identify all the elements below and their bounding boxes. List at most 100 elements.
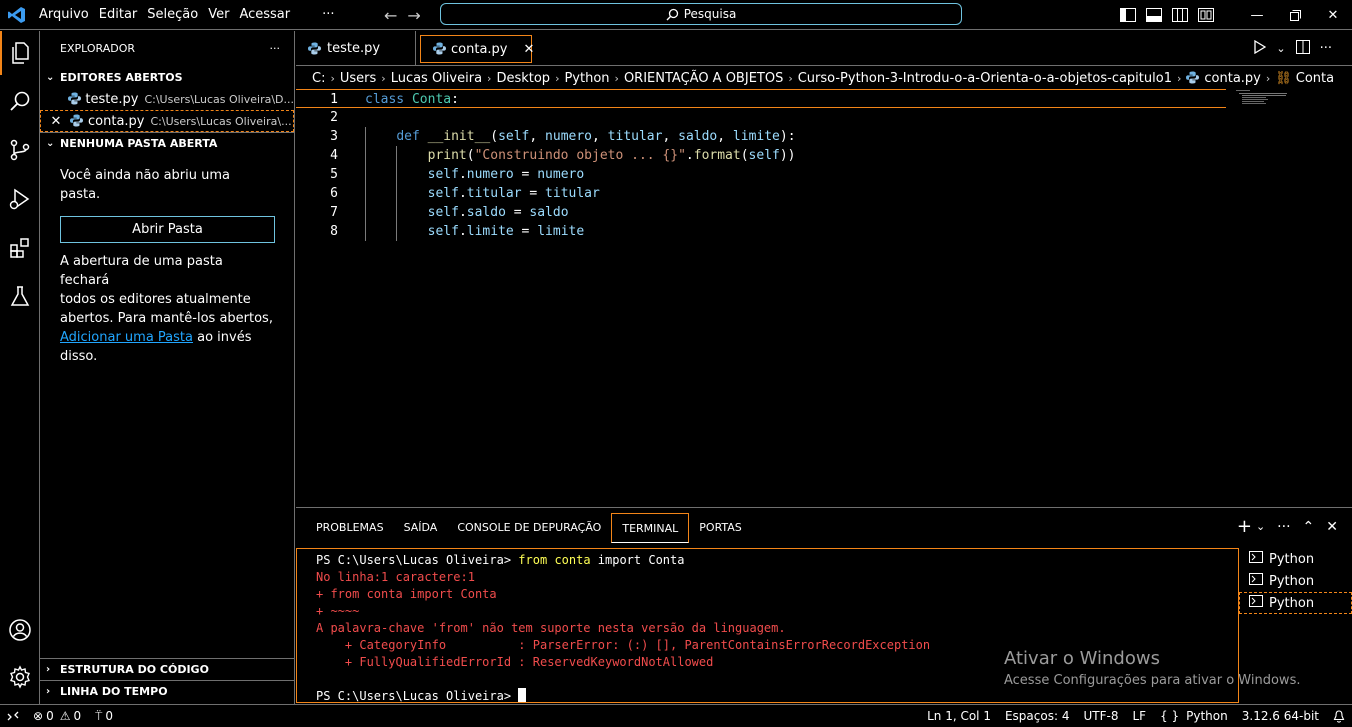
code-line: 2 [296,108,1226,127]
maximize-panel-chevron-up-icon[interactable]: ⌃ [1303,519,1315,535]
breadcrumb-item[interactable]: ORIENTAÇÃO A OBJETOS [624,71,783,86]
window-controls: — ✕ [1238,0,1352,30]
terminal-instance-active[interactable]: Python [1239,592,1352,614]
ports-status[interactable]: ⍡ 0 [88,709,120,724]
encoding-status[interactable]: UTF-8 [1076,709,1125,723]
no-folder-message: Você ainda não abriu uma pasta. [60,168,230,202]
eol-status[interactable]: LF [1125,709,1153,723]
menu-editar[interactable]: Editar [94,0,143,30]
broadcast-icon: ⍡ [95,708,103,723]
chevron-right-icon: › [487,71,492,85]
open-editor-item-active[interactable]: ✕ conta.py C:\Users\Lucas Oliveira\... [40,110,294,132]
close-window-icon[interactable]: ✕ [1314,0,1352,30]
problems-status[interactable]: ⊗ 0 ⚠ 0 [26,709,88,723]
breadcrumb-item[interactable]: Lucas Oliveira [391,71,482,86]
customize-layout-icon[interactable] [1196,5,1216,25]
no-folder-header[interactable]: ⌄ NENHUMA PASTA ABERTA [40,132,294,154]
python-file-icon [433,42,446,56]
chevron-right-icon: › [46,664,51,675]
breadcrumb-item[interactable]: C: [312,71,325,86]
tab-terminal[interactable]: TERMINAL [611,513,690,543]
chevron-right-icon: › [788,71,793,85]
run-python-icon[interactable] [1254,39,1267,58]
terminal-icon [1249,595,1263,611]
chevron-right-icon: › [1265,71,1271,85]
more-actions-icon[interactable]: ··· [1320,41,1332,56]
extensions-icon[interactable] [0,226,40,270]
new-terminal-plus-icon[interactable]: + [1237,516,1252,537]
toggle-panel-icon[interactable] [1144,5,1164,25]
testing-flask-icon[interactable] [0,274,40,318]
breadcrumb-item[interactable]: conta.py [1204,71,1260,86]
more-actions-icon[interactable]: ··· [1277,519,1290,535]
add-folder-link[interactable]: Adicionar uma Pasta [60,330,193,345]
open-editor-item[interactable]: teste.py C:\Users\Lucas Oliveira\D... [40,88,294,110]
chevron-right-icon: › [614,71,619,85]
source-control-icon[interactable] [0,128,40,172]
code-line: 1 class Conta: [296,89,1226,108]
explorer-icon[interactable] [0,31,40,75]
search-sidebar-icon[interactable] [0,79,40,123]
braces-icon: { } [1160,709,1180,723]
close-panel-icon[interactable]: ✕ [1326,519,1338,535]
split-editor-icon[interactable] [1295,39,1310,58]
minimize-icon[interactable]: — [1238,0,1276,30]
open-editor-path: C:\Users\Lucas Oliveira\... [150,114,292,128]
menu-selecao[interactable]: Seleção [142,0,203,30]
close-editor-icon[interactable]: ✕ [40,114,66,129]
terminal-dropdown-chevron-icon[interactable]: ⌄ [1256,520,1265,533]
breadcrumb-item[interactable]: Curso-Python-3-Introdu-o-a-Orienta-o-a-o… [798,71,1172,86]
terminal-instance[interactable]: Python [1239,548,1352,570]
terminal-line: PS C:\Users\Lucas Oliveira> from conta i… [316,553,685,567]
run-and-debug-icon[interactable] [0,177,40,221]
tab-console-depuracao[interactable]: CONSOLE DE DEPURAÇÃO [447,513,611,543]
minimap[interactable] [1236,89,1296,119]
language-mode[interactable]: { } Python [1153,709,1235,723]
remote-icon[interactable] [0,710,26,722]
search-icon [666,8,678,20]
open-editors-header[interactable]: ⌄ EDITORES ABERTOS [40,66,294,88]
toggle-secondary-sidebar-icon[interactable] [1170,5,1190,25]
breadcrumb-item[interactable]: Python [564,71,609,86]
run-dropdown-chevron-icon[interactable]: ⌄ [1276,42,1285,55]
python-file-icon [68,92,82,106]
tab-problemas[interactable]: PROBLEMAS [306,513,394,543]
close-tab-icon[interactable]: ✕ [523,42,534,57]
python-interpreter[interactable]: 3.12.6 64-bit [1235,709,1326,723]
accounts-icon[interactable] [0,608,40,652]
back-arrow-icon[interactable]: ← [384,6,397,25]
timeline-header[interactable]: › LINHA DO TEMPO [40,680,294,702]
toggle-primary-sidebar-icon[interactable] [1118,5,1138,25]
menu-ver[interactable]: Ver [203,0,234,30]
terminal-instance[interactable]: Python [1239,570,1352,592]
tab-conta-py[interactable]: conta.py ✕ [420,35,534,63]
open-editor-path: C:\Users\Lucas Oliveira\D... [144,92,294,106]
open-folder-button[interactable]: Abrir Pasta [60,216,275,243]
terminal-error-line: No linha:1 caractere:1 [316,570,475,584]
command-center-search[interactable]: Pesquisa [440,3,962,25]
python-file-icon [70,114,84,128]
settings-gear-icon[interactable] [0,655,40,699]
notifications-bell-icon[interactable] [1326,709,1352,723]
menu-acessar[interactable]: Acessar [234,0,295,30]
forward-arrow-icon[interactable]: → [407,6,420,25]
code-editor[interactable]: 1 class Conta: 2 3 def __init__(self, nu… [296,89,1352,507]
restore-icon[interactable] [1276,0,1314,30]
tab-teste-py[interactable]: teste.py [296,31,416,66]
menu-more-button[interactable]: ··· [317,0,337,30]
line-number: 3 [330,129,338,144]
tab-label: conta.py [451,41,508,57]
tab-portas[interactable]: PORTAS [689,513,752,543]
menu-arquivo[interactable]: Arquivo [34,0,94,30]
breadcrumb-item[interactable]: Users [340,71,376,86]
outline-header[interactable]: › ESTRUTURA DO CÓDIGO [40,658,294,680]
explorer-more-button[interactable]: ··· [270,42,281,55]
python-file-icon [1186,71,1200,85]
vscode-logo-icon [0,0,34,30]
class-symbol-icon: ⛓ [1275,70,1292,86]
indentation-status[interactable]: Espaços: 4 [998,709,1077,723]
tab-saida[interactable]: SAÍDA [394,513,448,543]
cursor-position[interactable]: Ln 1, Col 1 [920,709,998,723]
breadcrumb-item[interactable]: Desktop [496,71,550,86]
breadcrumb-item[interactable]: Conta [1296,71,1334,86]
